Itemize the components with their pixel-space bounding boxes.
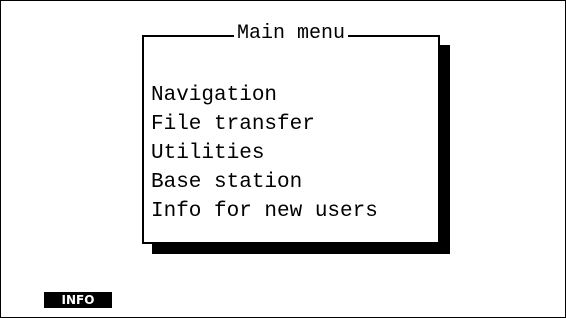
menu-item-info-for-new-users[interactable]: Info for new users [151, 197, 378, 226]
info-status-badge: INFO [44, 292, 112, 308]
terminal-screen: Main menu Navigation File transfer Utili… [0, 0, 566, 318]
menu-item-file-transfer[interactable]: File transfer [151, 110, 378, 139]
menu-title-bar: Main menu [144, 22, 438, 45]
menu-item-list: Navigation File transfer Utilities Base … [151, 81, 378, 226]
menu-item-utilities[interactable]: Utilities [151, 139, 378, 168]
main-menu-window: Main menu Navigation File transfer Utili… [142, 22, 440, 244]
menu-title: Main menu [233, 22, 349, 45]
menu-item-base-station[interactable]: Base station [151, 168, 378, 197]
menu-item-navigation[interactable]: Navigation [151, 81, 378, 110]
